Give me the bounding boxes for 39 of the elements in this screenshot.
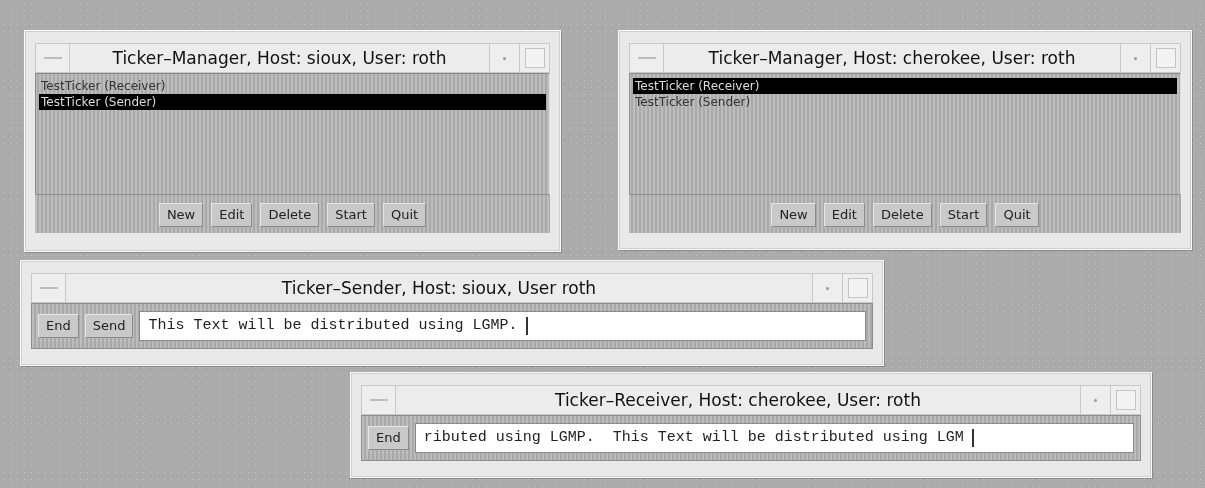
- field-text: This Text will be distributed using LGMP.: [148, 315, 518, 336]
- dot-icon: [826, 286, 829, 290]
- list-item[interactable]: TestTicker (Sender): [39, 94, 546, 110]
- dash-icon: [39, 287, 58, 289]
- dot-icon: [1094, 398, 1097, 402]
- field-text: ributed using LGMP. This Text will be distributed using LGM: [423, 427, 964, 448]
- action-button[interactable]: Delete: [872, 203, 932, 227]
- input-field[interactable]: This Text will be distributed using LGMP.: [139, 311, 866, 341]
- action-button[interactable]: End: [38, 314, 79, 338]
- dash-icon: [43, 57, 62, 59]
- square-icon: [524, 48, 545, 68]
- dash-icon: [637, 57, 656, 59]
- square-icon: [847, 278, 868, 298]
- window-title: Ticker–Receiver, Host: cherokee, User: roth: [554, 389, 922, 412]
- action-button[interactable]: Send: [84, 314, 134, 338]
- action-button[interactable]: Delete: [260, 203, 320, 227]
- dot-icon: [1134, 56, 1137, 60]
- action-button[interactable]: Quit: [382, 203, 427, 227]
- action-button[interactable]: New: [771, 203, 816, 227]
- window-title: Ticker–Manager, Host: cherokee, User: roth: [707, 47, 1077, 70]
- dot-icon: [503, 56, 506, 60]
- action-button[interactable]: Start: [939, 203, 988, 227]
- input-field[interactable]: ributed using LGMP. This Text will be distributed using LGM: [414, 423, 1134, 453]
- action-button[interactable]: Edit: [823, 203, 865, 227]
- action-button[interactable]: Start: [327, 203, 375, 227]
- action-button[interactable]: End: [368, 426, 409, 450]
- window-title: Ticker–Manager, Host: sioux, User: roth: [111, 47, 448, 70]
- list-item[interactable]: TestTicker (Receiver): [633, 78, 1177, 94]
- action-button[interactable]: Quit: [995, 203, 1039, 227]
- list-item[interactable]: TestTicker (Sender): [633, 94, 1177, 110]
- square-icon: [1155, 48, 1176, 68]
- action-button[interactable]: New: [158, 203, 204, 227]
- list-item[interactable]: TestTicker (Receiver): [39, 78, 546, 94]
- dash-icon: [369, 399, 388, 401]
- action-button[interactable]: Edit: [211, 203, 253, 227]
- square-icon: [1115, 390, 1136, 410]
- text-cursor: [971, 429, 974, 447]
- window-title: Ticker–Sender, Host: sioux, User roth: [280, 277, 598, 300]
- text-cursor: [525, 317, 528, 335]
